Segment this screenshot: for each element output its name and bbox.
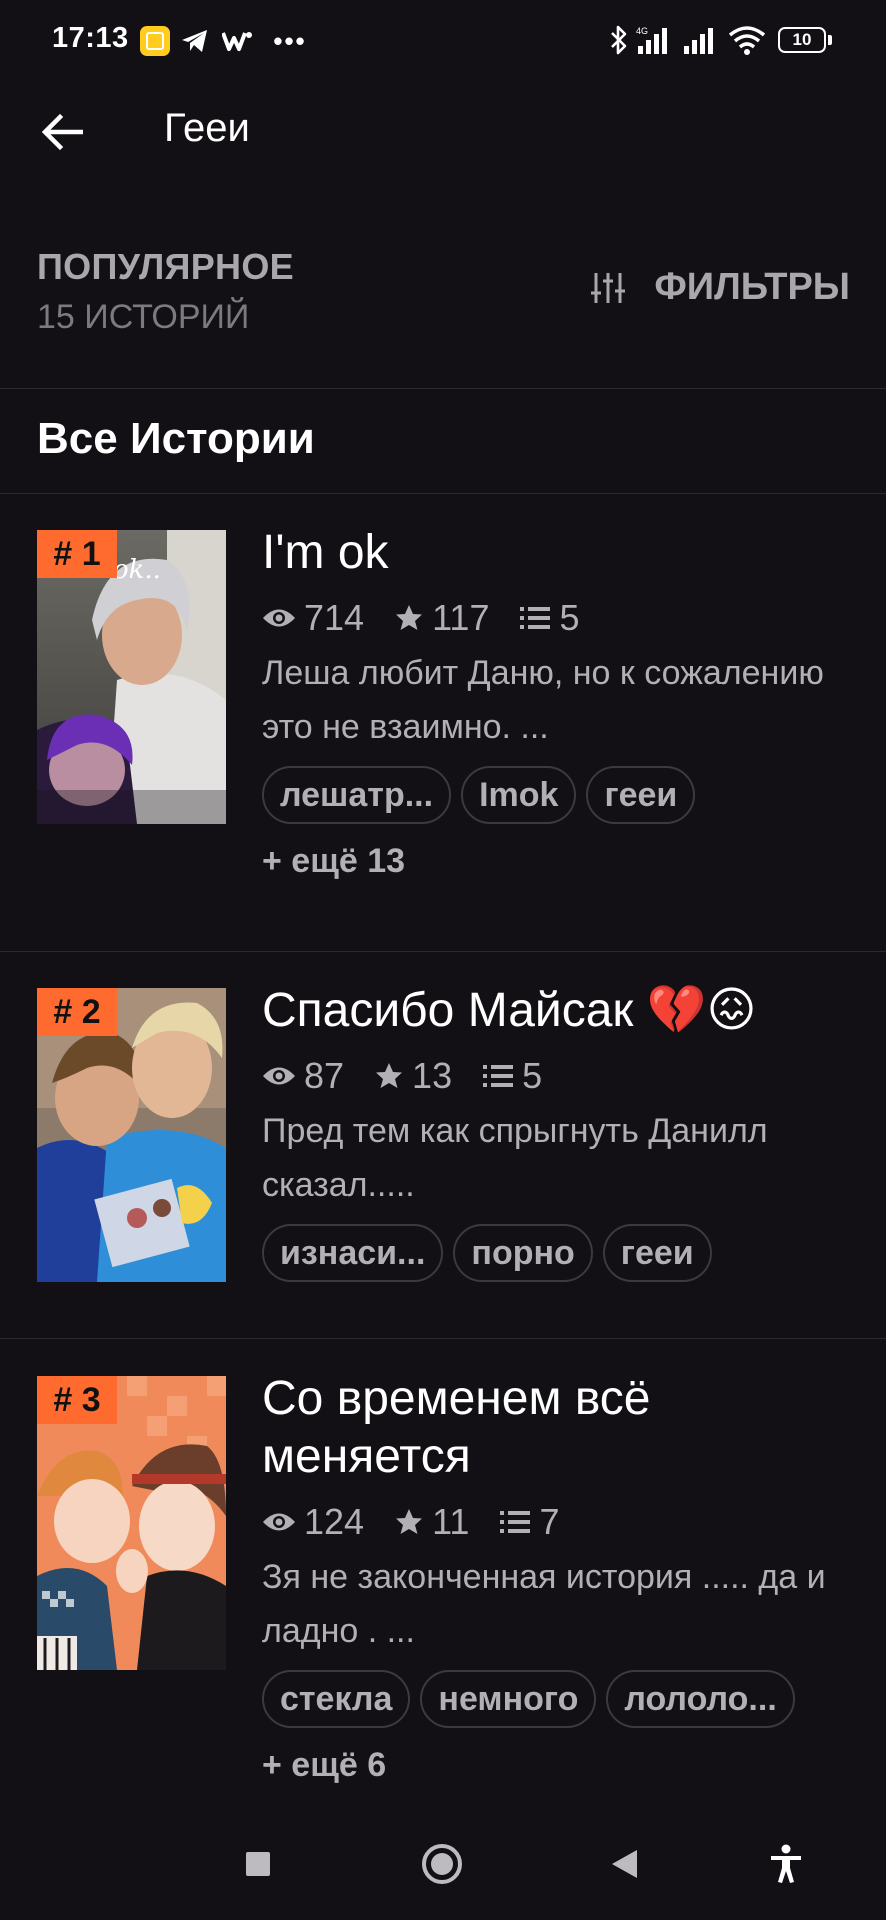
story-info: Спасибо Майсак 💔😖 87 13 5 Пред тем как с… (262, 984, 862, 1282)
divider (0, 951, 886, 952)
divider (0, 1338, 886, 1339)
tag-list: лешатр... Imok гееи (262, 766, 862, 824)
story-cover[interactable]: # 2 (37, 988, 226, 1282)
story-item[interactable]: ok.. # 1 I'm ok 714 117 5 Леша любит Дан… (0, 526, 886, 930)
list-icon (483, 1065, 514, 1087)
divider (0, 388, 886, 389)
status-bar: 17:13 ••• 4G 10 (0, 0, 886, 82)
tag-chip[interactable]: лешатр... (262, 766, 452, 824)
app-bar: Гееи (0, 82, 886, 178)
views-count: 87 (304, 1055, 345, 1096)
eye-icon (263, 609, 295, 627)
notification-app-icon (140, 26, 170, 56)
more-notifications-icon: ••• (273, 25, 307, 56)
stars-stat: 11 (394, 1501, 469, 1543)
accessibility-button[interactable] (754, 1832, 818, 1896)
system-navigation-bar (0, 1810, 886, 1920)
wifi-icon (728, 24, 766, 61)
story-description: Пред тем как спрыгнуть Данилл сказал....… (262, 1112, 768, 1204)
views-stat: 714 (262, 597, 364, 639)
divider (0, 493, 886, 494)
star-icon (396, 1509, 423, 1534)
eye-icon (263, 1067, 295, 1085)
tag-chip[interactable]: изнаси... (262, 1224, 444, 1282)
tag-list: изнаси... порно гееи (262, 1224, 862, 1282)
story-stats: 124 11 7 (262, 1496, 862, 1548)
chapters-count: 5 (522, 1055, 543, 1096)
rank-badge: # 2 (37, 988, 117, 1036)
more-tags-link[interactable]: + ещё 6 (262, 1746, 862, 1785)
story-description: Зя не законченная история ..... да и лад… (262, 1558, 826, 1650)
back-nav-button[interactable] (592, 1832, 656, 1896)
views-stat: 124 (262, 1501, 364, 1543)
story-description: Леша любит Даню, но к сожалению это не в… (262, 654, 824, 746)
battery-icon: 10 (778, 27, 832, 53)
tag-chip[interactable]: гееи (602, 1224, 712, 1282)
story-info: I'm ok 714 117 5 Леша любит Даню, но к с… (262, 526, 862, 881)
list-icon (500, 1511, 531, 1533)
views-count: 714 (304, 597, 365, 638)
story-count: 15 ИСТОРИЙ (37, 298, 250, 336)
cover-caption: ok.. (113, 555, 161, 585)
recent-apps-button[interactable] (226, 1832, 290, 1896)
bluetooth-icon (608, 24, 630, 61)
story-title[interactable]: Спасибо Майсак 💔😖 (262, 982, 862, 1040)
story-cover[interactable]: # 3 (37, 1376, 226, 1670)
story-item[interactable]: # 3 Со временем всё меняется 124 11 7 Зя… (0, 1372, 886, 1796)
chapters-count: 7 (539, 1501, 560, 1542)
stars-stat: 117 (394, 597, 489, 639)
sort-label[interactable]: ПОПУЛЯРНОЕ (37, 246, 294, 288)
tag-chip[interactable]: гееи (586, 766, 696, 824)
tag-chip[interactable]: Imok (461, 766, 577, 824)
square-icon (246, 1852, 270, 1876)
page-title: Гееи (164, 106, 250, 150)
rank-badge: # 3 (37, 1376, 117, 1424)
star-icon (376, 1063, 403, 1088)
star-icon (396, 605, 423, 630)
arrow-left-icon (41, 113, 83, 151)
chapters-count: 5 (559, 597, 580, 638)
stars-stat: 13 (374, 1055, 452, 1097)
stars-count: 117 (432, 597, 490, 638)
eye-icon (263, 1513, 295, 1531)
svg-text:4G: 4G (636, 26, 648, 36)
tag-chip[interactable]: порно (453, 1224, 593, 1282)
stars-count: 13 (412, 1055, 453, 1096)
section-title: Все Истории (37, 414, 315, 463)
triangle-back-icon (612, 1850, 637, 1878)
story-item[interactable]: # 2 Спасибо Майсак 💔😖 87 13 5 Пред тем к… (0, 984, 886, 1308)
sliders-icon (591, 272, 626, 303)
home-button[interactable] (410, 1832, 474, 1896)
story-info: Со временем всё меняется 124 11 7 Зя не … (262, 1372, 862, 1785)
filter-label: ФИЛЬТРЫ (654, 266, 850, 308)
stars-count: 11 (432, 1501, 470, 1542)
views-count: 124 (304, 1501, 365, 1542)
telegram-icon (180, 26, 210, 56)
circle-icon (422, 1844, 462, 1884)
views-stat: 87 (262, 1055, 344, 1097)
story-title[interactable]: I'm ok (262, 524, 862, 582)
sort-row: ПОПУЛЯРНОЕ 15 ИСТОРИЙ ФИЛЬТРЫ (0, 236, 886, 356)
story-title[interactable]: Со временем всё меняется (262, 1370, 862, 1486)
list-icon (520, 607, 551, 629)
story-stats: 87 13 5 (262, 1050, 862, 1102)
filter-button[interactable]: ФИЛЬТРЫ (590, 266, 850, 309)
tag-list: стекла немного лололо... (262, 1670, 862, 1728)
more-tags-link[interactable]: + ещё 13 (262, 842, 862, 881)
tag-chip[interactable]: стекла (262, 1670, 411, 1728)
story-cover[interactable]: ok.. # 1 (37, 530, 226, 824)
back-button[interactable] (30, 100, 94, 164)
chapters-stat: 5 (482, 1055, 542, 1097)
rank-badge: # 1 (37, 530, 117, 578)
signal-icon-1: 4G (636, 24, 674, 61)
story-stats: 714 117 5 (262, 592, 862, 644)
accessibility-icon (771, 1844, 801, 1883)
status-time: 17:13 (52, 22, 129, 54)
chapters-stat: 5 (519, 597, 580, 639)
signal-icon-2 (682, 24, 720, 61)
chapters-stat: 7 (499, 1501, 559, 1543)
w-app-icon (222, 26, 252, 56)
tag-chip[interactable]: немного (420, 1670, 597, 1728)
tag-chip[interactable]: лололо... (606, 1670, 795, 1728)
